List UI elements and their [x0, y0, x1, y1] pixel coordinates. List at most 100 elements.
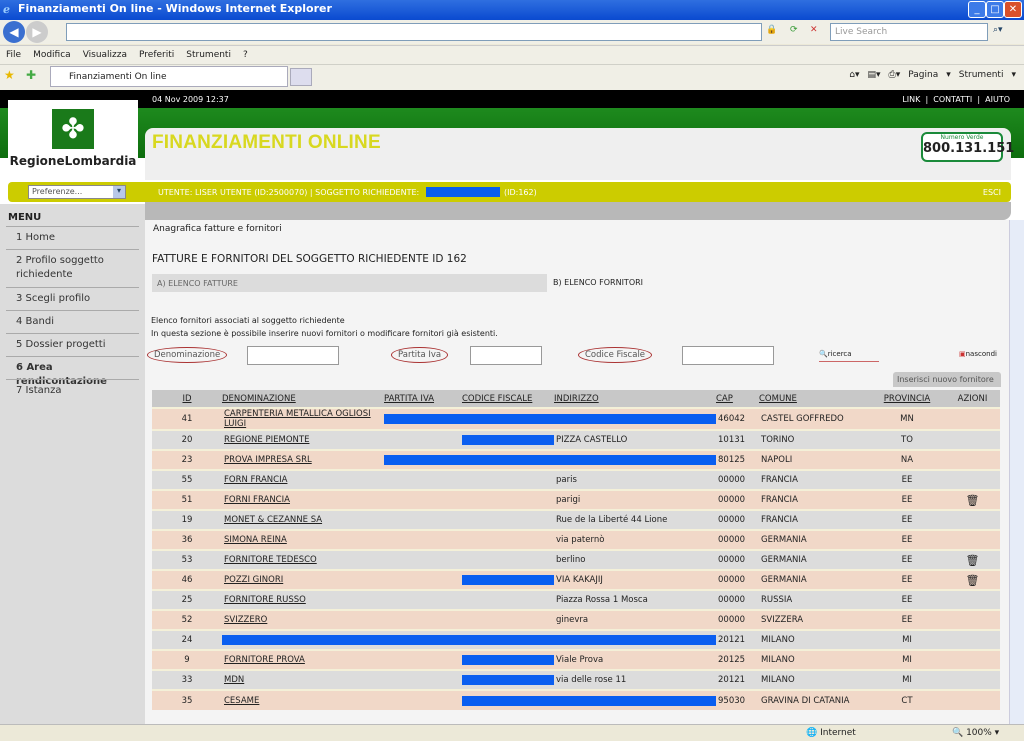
home-icon[interactable]: ⌂▾ — [849, 70, 859, 80]
supplier-link[interactable]: FORN FRANCIA — [224, 475, 287, 485]
new-tab-button[interactable] — [290, 68, 312, 86]
cell-cap: 20121 — [716, 669, 759, 690]
cell-act — [945, 649, 1000, 670]
cell-piva — [384, 469, 462, 490]
search-button[interactable]: 🔍ricerca — [819, 350, 879, 362]
phone-label: Numero Verde — [940, 134, 984, 141]
cell-cap: 95030 — [716, 689, 759, 710]
minimize-button[interactable]: _ — [968, 1, 986, 18]
chevron-down-icon: ▾ — [1011, 70, 1016, 80]
supplier-link[interactable]: FORNI FRANCIA — [224, 495, 290, 505]
page-menu[interactable]: Pagina — [908, 70, 938, 80]
zoom-control[interactable]: 🔍 100% ▾ — [952, 728, 999, 738]
supplier-link[interactable]: MDN — [224, 675, 244, 685]
column-header[interactable]: COMUNE — [759, 390, 869, 408]
vertical-scrollbar[interactable] — [1009, 220, 1024, 724]
tab-elenco-fatture[interactable]: A) ELENCO FATTURE — [152, 274, 547, 292]
sidebar-item[interactable]: 7 Istanza — [6, 379, 139, 402]
maximize-button[interactable]: □ — [986, 1, 1004, 18]
column-header[interactable]: ID — [152, 390, 222, 408]
supplier-link[interactable]: CARPENTERIA METALLICA OGLIOSI LUIGI — [224, 409, 371, 429]
trash-icon[interactable]: 🗑 — [966, 554, 980, 567]
new-supplier-button[interactable]: Inserisci nuovo fornitore — [893, 372, 1001, 387]
cell-text: EE — [901, 555, 913, 565]
link-link[interactable]: LINK — [902, 95, 920, 104]
url-input[interactable] — [66, 23, 762, 41]
denominazione-input[interactable] — [247, 346, 339, 365]
window-titlebar: ℯ Finanziamenti On line - Windows Interne… — [0, 0, 1024, 20]
search-icon[interactable]: ⌕▾ — [993, 25, 1003, 35]
cell-text: SVIZZERA — [761, 615, 804, 625]
sidebar-item[interactable]: 5 Dossier progetti — [6, 333, 139, 356]
refresh-icon[interactable]: ⟳ — [790, 25, 798, 35]
trash-icon[interactable]: 🗑 — [966, 574, 980, 587]
toll-free-number: Numero Verde 800.131.151 — [921, 132, 1014, 162]
sidebar-item[interactable]: 2 Profilo soggetto richiedente — [6, 249, 139, 286]
cell-text: FRANCIA — [761, 515, 798, 525]
forward-button[interactable]: ▶ — [26, 21, 48, 43]
trash-icon[interactable]: 🗑 — [966, 494, 980, 507]
cell-prov: EE — [869, 549, 945, 570]
column-header[interactable]: CODICE FISCALE — [462, 390, 554, 408]
column-header[interactable]: INDIRIZZO — [554, 390, 716, 408]
cell-text: FRANCIA — [761, 475, 798, 485]
cell-name: CESAME — [222, 689, 384, 710]
supplier-link[interactable]: PROVA IMPRESA SRL — [224, 455, 312, 465]
cell-cap: 00000 — [716, 529, 759, 550]
partita-iva-input[interactable] — [470, 346, 542, 365]
column-header[interactable]: CAP — [716, 390, 759, 408]
supplier-link[interactable]: FORNITORE TEDESCO — [224, 555, 317, 565]
supplier-link[interactable]: CESAME — [224, 696, 259, 706]
codice-fiscale-input[interactable] — [682, 346, 774, 365]
regione-lombardia-logo[interactable]: ✤ RegioneLombardia — [8, 100, 138, 178]
menu-help[interactable]: ? — [243, 50, 248, 60]
column-header[interactable]: DENOMINAZIONE — [222, 390, 384, 408]
preferences-select[interactable]: Preferenze... ▾ — [28, 185, 126, 199]
column-header[interactable]: PROVINCIA — [869, 390, 945, 408]
column-header[interactable]: PARTITA IVA — [384, 390, 462, 408]
cell-text: 80125 — [718, 455, 746, 465]
cell-text: 52 — [181, 615, 193, 625]
supplier-link[interactable]: SIMONA REINA — [224, 535, 287, 545]
tab-elenco-fornitori[interactable]: B) ELENCO FORNITORI — [553, 278, 643, 287]
supplier-link[interactable]: POZZI GINORI — [224, 575, 283, 585]
cell-act — [945, 609, 1000, 630]
link-contatti[interactable]: CONTATTI — [933, 95, 972, 104]
supplier-link[interactable]: SVIZZERO — [224, 615, 267, 625]
cell-text: MI — [902, 655, 912, 665]
lock-icon[interactable]: 🔒 — [766, 25, 777, 35]
menu-file[interactable]: File — [6, 50, 21, 60]
browser-tab[interactable]: Finanziamenti On line — [50, 66, 288, 87]
chevron-down-icon: ▾ — [113, 186, 125, 198]
cell-piva — [384, 529, 462, 550]
supplier-link[interactable]: FORNITORE PROVA — [224, 655, 305, 665]
link-aiuto[interactable]: AIUTO — [985, 95, 1010, 104]
cell-name: MONET & CEZANNE SA — [222, 509, 384, 530]
supplier-link[interactable]: FORNITORE RUSSO — [224, 595, 306, 605]
menu-preferiti[interactable]: Preferiti — [139, 50, 174, 60]
favorites-star-icon[interactable]: ★ — [4, 68, 15, 82]
hide-button[interactable]: ▣nascondi — [959, 350, 997, 358]
logout-link[interactable]: ESCI — [983, 188, 1001, 197]
menu-modifica[interactable]: Modifica — [33, 50, 71, 60]
cell-cap: 20121 — [716, 629, 759, 650]
cell-text: 20121 — [718, 635, 746, 645]
add-favorite-icon[interactable]: ✚ — [26, 68, 36, 82]
feeds-icon[interactable]: ▤▾ — [868, 70, 881, 80]
supplier-link[interactable]: MONET & CEZANNE SA — [224, 515, 322, 525]
site-header: FINANZIAMENTI ONLINE Numero Verde 800.131… — [145, 128, 1014, 180]
cell-text: 20 — [181, 435, 193, 445]
print-icon[interactable]: ⎙▾ — [889, 70, 901, 80]
menu-visualizza[interactable]: Visualizza — [83, 50, 127, 60]
sidebar-item[interactable]: 3 Scegli profilo — [6, 287, 139, 310]
back-button[interactable]: ◀ — [3, 21, 25, 43]
sidebar-item[interactable]: 4 Bandi — [6, 310, 139, 333]
sidebar-item[interactable]: 1 Home — [6, 226, 139, 249]
tools-menu[interactable]: Strumenti — [959, 70, 1004, 80]
redacted-block — [554, 635, 716, 645]
menu-strumenti[interactable]: Strumenti — [186, 50, 231, 60]
stop-icon[interactable]: ✕ — [810, 25, 818, 35]
supplier-link[interactable]: REGIONE PIEMONTE — [224, 435, 309, 445]
search-input[interactable]: Live Search — [830, 23, 988, 41]
close-button[interactable]: ✕ — [1004, 1, 1022, 18]
